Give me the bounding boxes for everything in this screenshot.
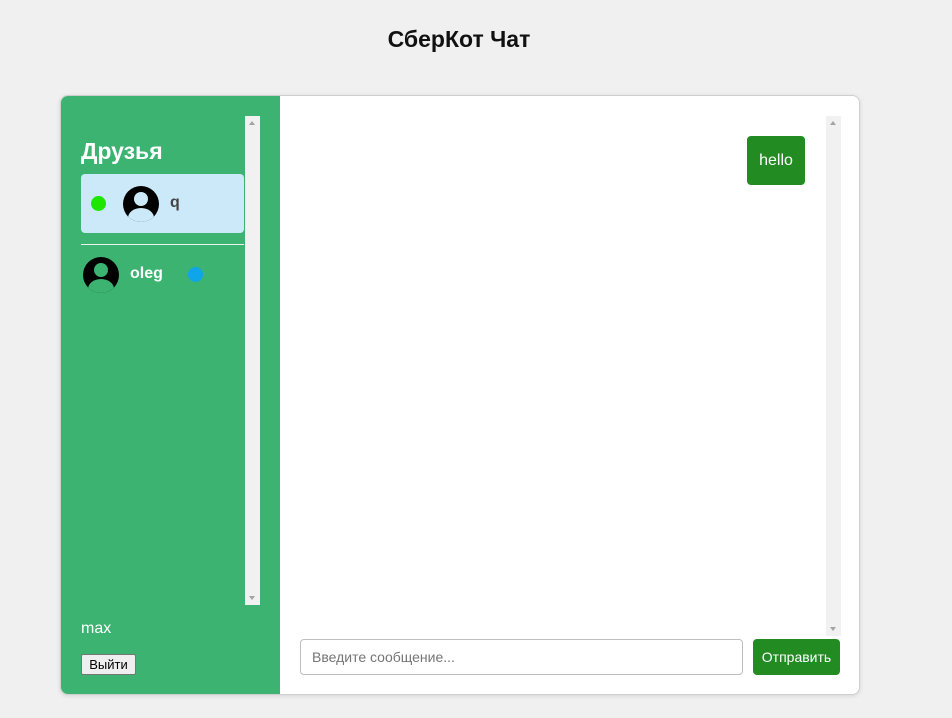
friend-item-q[interactable]: q [81, 174, 244, 233]
chat-app: Друзья q oleg max Выйти hello Введите со… [60, 95, 860, 695]
friend-name: q [170, 194, 180, 211]
page-title: СберКот Чат [387, 26, 531, 52]
scroll-up-arrow-icon[interactable] [249, 121, 255, 125]
sidebar-scrollbar[interactable] [245, 116, 260, 605]
friend-name: oleg [130, 265, 163, 282]
status-dot [188, 267, 203, 282]
online-status-dot [91, 196, 106, 211]
chat-scrollbar[interactable] [826, 116, 841, 636]
scroll-up-arrow-icon[interactable] [830, 121, 836, 125]
chat-panel: hello Отправить [280, 96, 859, 694]
user-avatar-icon [83, 257, 119, 293]
divider [81, 244, 244, 245]
send-button[interactable]: Отправить [753, 639, 840, 675]
scroll-down-arrow-icon[interactable] [830, 627, 836, 631]
scroll-down-arrow-icon[interactable] [249, 596, 255, 600]
message-input[interactable] [300, 639, 743, 675]
friends-list: Друзья q oleg [81, 116, 260, 605]
friends-sidebar: Друзья q oleg max Выйти [61, 96, 280, 694]
message-bubble: hello [747, 136, 805, 185]
friends-heading: Друзья [81, 138, 163, 164]
logout-button[interactable]: Выйти [81, 654, 136, 675]
friend-item-oleg[interactable]: oleg [81, 252, 244, 298]
current-username: max [81, 620, 112, 637]
user-avatar-icon [123, 186, 159, 222]
